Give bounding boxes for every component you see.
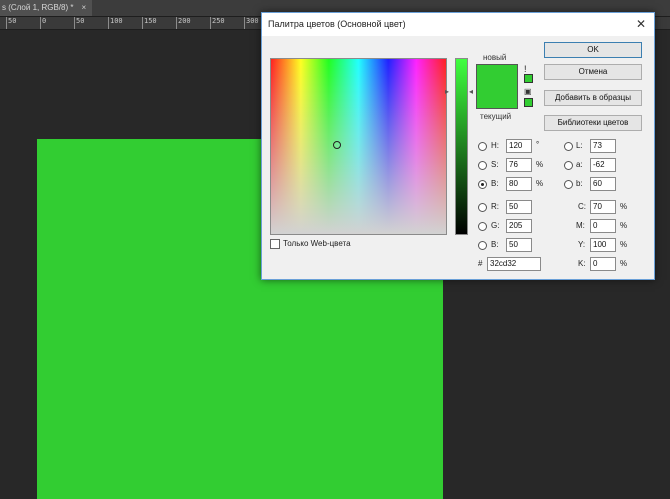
document-tab-label: s (Слой 1, RGB/8) * xyxy=(2,3,74,12)
document-tab[interactable]: s (Слой 1, RGB/8) * × xyxy=(0,0,93,16)
magenta-input[interactable]: 0 xyxy=(590,219,616,233)
b-channel-radio[interactable] xyxy=(564,180,573,189)
brightness-label: B: xyxy=(491,179,499,188)
a-channel-radio[interactable] xyxy=(564,161,573,170)
a-channel-input[interactable]: -62 xyxy=(590,158,616,172)
ruler-label: 200 xyxy=(178,17,191,25)
new-color-swatch xyxy=(476,64,518,87)
yellow-label: Y: xyxy=(578,240,586,249)
add-to-swatches-button[interactable]: Добавить в образцы xyxy=(544,90,642,106)
black-label: K: xyxy=(578,259,586,268)
yellow-unit: % xyxy=(620,240,628,249)
black-unit: % xyxy=(620,259,628,268)
red-input[interactable]: 50 xyxy=(506,200,532,214)
ruler-label: 50 xyxy=(76,17,85,25)
yellow-input[interactable]: 100 xyxy=(590,238,616,252)
ok-button[interactable]: OK xyxy=(544,42,642,58)
ruler-label: 300 xyxy=(246,17,259,25)
b-channel-label: b: xyxy=(576,179,583,188)
web-colors-only-checkbox[interactable] xyxy=(270,239,280,249)
hex-label: # xyxy=(478,259,483,268)
green-radio[interactable] xyxy=(478,222,487,231)
hue-input[interactable]: 120 xyxy=(506,139,532,153)
brightness-radio[interactable] xyxy=(478,180,487,189)
close-icon[interactable]: × xyxy=(81,3,86,12)
cyan-unit: % xyxy=(620,202,628,211)
slider-left-arrow-icon[interactable]: ▸ xyxy=(445,87,449,96)
ruler-label: 150 xyxy=(144,17,157,25)
cyan-label: C: xyxy=(578,202,586,211)
saturation-radio[interactable] xyxy=(478,161,487,170)
black-input[interactable]: 0 xyxy=(590,257,616,271)
cancel-button[interactable]: Отмена xyxy=(544,64,642,80)
brightness-unit: % xyxy=(536,179,544,188)
blue-input[interactable]: 50 xyxy=(506,238,532,252)
blue-radio[interactable] xyxy=(478,241,487,250)
ruler-label: 100 xyxy=(110,17,123,25)
a-channel-label: a: xyxy=(576,160,583,169)
hue-slider[interactable] xyxy=(455,58,468,235)
ruler-label: 0 xyxy=(42,17,47,25)
web-safe-cube-icon[interactable]: ▣ xyxy=(524,87,532,96)
color-picker-dialog: Палитра цветов (Основной цвет) ✕ ▸ ◂ нов… xyxy=(261,12,655,280)
hue-label: H: xyxy=(491,141,499,150)
slider-right-arrow-icon[interactable]: ◂ xyxy=(469,87,473,96)
red-radio[interactable] xyxy=(478,203,487,212)
saturation-unit: % xyxy=(536,160,544,169)
brightness-input[interactable]: 80 xyxy=(506,177,532,191)
hue-radio[interactable] xyxy=(478,142,487,151)
saturation-label: S: xyxy=(491,160,499,169)
color-field-cursor[interactable] xyxy=(333,141,341,149)
cyan-input[interactable]: 70 xyxy=(590,200,616,214)
dialog-title: Палитра цветов (Основной цвет) xyxy=(268,19,406,29)
dialog-titlebar[interactable]: Палитра цветов (Основной цвет) ✕ xyxy=(262,13,654,36)
ruler-label: 50 xyxy=(8,17,17,25)
web-colors-only-label[interactable]: Только Web-цвета xyxy=(283,239,351,248)
hue-unit: ° xyxy=(536,140,540,149)
color-libraries-button[interactable]: Библиотеки цветов xyxy=(544,115,642,131)
lightness-radio[interactable] xyxy=(564,142,573,151)
red-label: R: xyxy=(491,202,499,211)
current-color-label: текущий xyxy=(480,112,512,121)
new-color-label: новый xyxy=(483,53,507,62)
magenta-label: M: xyxy=(576,221,585,230)
close-icon[interactable]: ✕ xyxy=(636,17,646,31)
green-input[interactable]: 205 xyxy=(506,219,532,233)
saturation-input[interactable]: 76 xyxy=(506,158,532,172)
color-field[interactable] xyxy=(270,58,447,235)
gamut-swatch[interactable] xyxy=(524,74,533,83)
b-channel-input[interactable]: 60 xyxy=(590,177,616,191)
gamut-warning-icon[interactable]: ! xyxy=(524,64,527,74)
blue-label: B: xyxy=(491,240,499,249)
green-label: G: xyxy=(491,221,500,230)
hex-input[interactable]: 32cd32 xyxy=(487,257,541,271)
web-safe-swatch[interactable] xyxy=(524,98,533,107)
current-color-swatch[interactable] xyxy=(476,86,518,109)
lightness-label: L: xyxy=(576,141,583,150)
lightness-input[interactable]: 73 xyxy=(590,139,616,153)
ruler-label: 250 xyxy=(212,17,225,25)
magenta-unit: % xyxy=(620,221,628,230)
